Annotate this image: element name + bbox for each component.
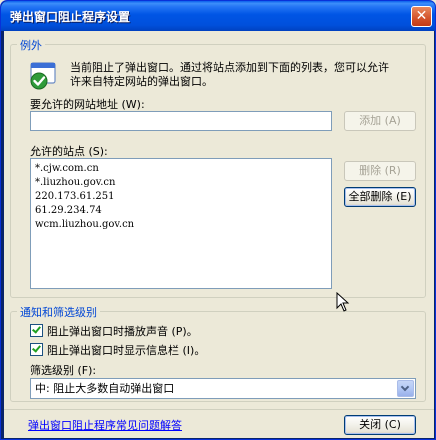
add-button[interactable]: 添加 (A) bbox=[344, 111, 416, 131]
allowed-site-item[interactable]: 61.29.234.74 bbox=[35, 204, 327, 218]
address-input[interactable] bbox=[30, 111, 332, 131]
footer-separator bbox=[4, 409, 434, 410]
filter-level-value: 中: 阻止大多数自动弹出窗口 bbox=[35, 382, 175, 395]
remove-button[interactable]: 删除 (R) bbox=[344, 161, 416, 181]
exceptions-group-label: 例外 bbox=[17, 37, 45, 53]
play-sound-checkbox[interactable] bbox=[30, 324, 43, 337]
address-label: 要允许的网站地址 (W): bbox=[30, 98, 145, 111]
play-sound-label[interactable]: 阻止弹出窗口时播放声音 (P)。 bbox=[47, 323, 198, 339]
allowed-sites-list[interactable]: *.cjw.com.cn *.liuzhou.gov.cn 220.173.61.2… bbox=[30, 158, 332, 289]
show-infobar-label[interactable]: 阻止弹出窗口时显示信息栏 (I)。 bbox=[47, 342, 205, 358]
popup-blocker-settings-window: 弹出窗口阻止程序设置 ✕ 例外 当前阻止了弹出窗口。通过将站点添加到下面的列表，… bbox=[0, 0, 436, 440]
filter-level-label: 筛选级别 (F): bbox=[30, 364, 97, 377]
window-title: 弹出窗口阻止程序设置 bbox=[10, 10, 131, 24]
allowed-site-item[interactable]: 220.173.61.251 bbox=[35, 190, 327, 204]
close-button[interactable]: 关闭 (C) bbox=[344, 415, 416, 435]
popup-blocker-icon bbox=[30, 62, 56, 90]
allowed-site-item[interactable]: wcm.liuzhou.gov.cn bbox=[35, 218, 327, 232]
checkmark-icon bbox=[32, 324, 41, 334]
window-close-button[interactable]: ✕ bbox=[411, 6, 432, 27]
notifications-group-label: 通知和筛选级别 bbox=[17, 304, 100, 320]
dialog-body: 例外 当前阻止了弹出窗口。通过将站点添加到下面的列表，您可以允许 许来自特定网站… bbox=[4, 31, 434, 438]
allowed-site-item[interactable]: *.cjw.com.cn bbox=[35, 162, 327, 176]
show-infobar-checkbox[interactable] bbox=[30, 343, 43, 356]
faq-link[interactable]: 弹出窗口阻止程序常见问题解答 bbox=[28, 417, 182, 433]
filter-level-select[interactable]: 中: 阻止大多数自动弹出窗口 bbox=[30, 378, 416, 399]
info-text: 当前阻止了弹出窗口。通过将站点添加到下面的列表，您可以允许 许来自特定网站的弹出… bbox=[70, 61, 389, 88]
title-bar[interactable]: 弹出窗口阻止程序设置 ✕ bbox=[1, 1, 435, 31]
checkmark-icon bbox=[32, 343, 41, 353]
dropdown-arrow-icon[interactable] bbox=[397, 380, 414, 397]
allowed-sites-label: 允许的站点 (S): bbox=[30, 145, 108, 158]
allowed-site-item[interactable]: *.liuzhou.gov.cn bbox=[35, 176, 327, 190]
remove-all-button[interactable]: 全部删除 (E) bbox=[344, 187, 416, 207]
mouse-pointer-icon bbox=[336, 292, 350, 312]
